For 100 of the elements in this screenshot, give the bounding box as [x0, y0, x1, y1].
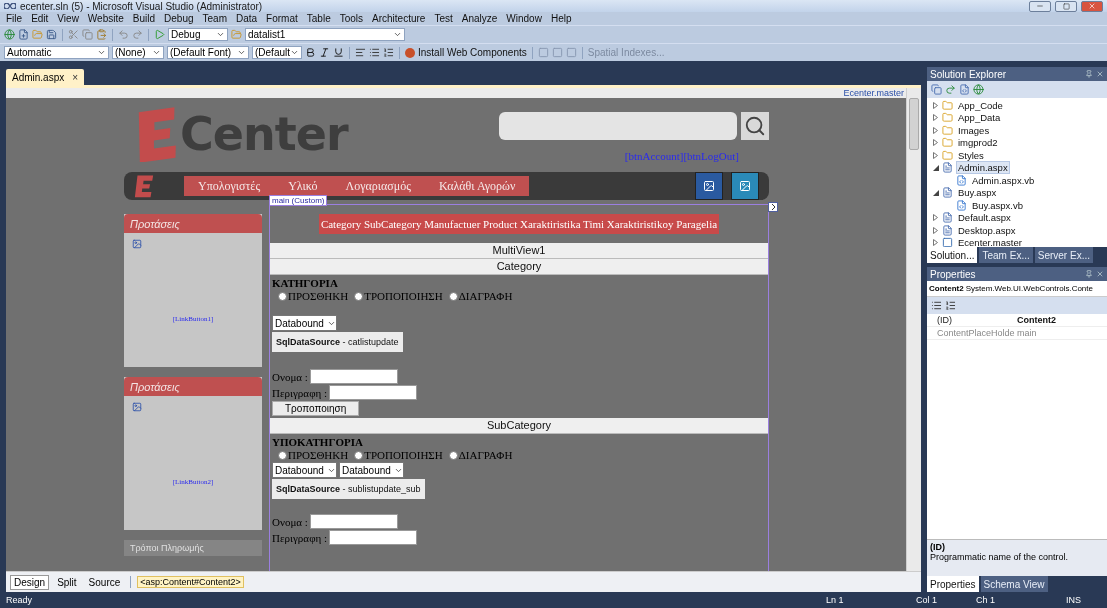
pin-icon[interactable] — [1085, 70, 1093, 78]
radio-option[interactable]: ΤΡΟΠΟΠΟΙΗΣΗ — [354, 290, 443, 302]
globe-icon[interactable] — [973, 84, 984, 95]
expanded-arrow-icon[interactable] — [933, 164, 939, 171]
bullet-list-icon[interactable] — [369, 47, 380, 58]
redo-icon[interactable] — [132, 29, 143, 40]
menu-item[interactable]: Help — [550, 13, 572, 24]
close-icon[interactable] — [1096, 270, 1104, 278]
install-web-components-button[interactable]: Install Web Components — [418, 47, 527, 58]
globe-icon[interactable] — [4, 29, 15, 40]
close-button[interactable] — [1081, 0, 1103, 12]
breadcrumb-tag[interactable]: <asp:Content#Content2> — [137, 576, 244, 588]
menu-item[interactable]: Edit — [31, 13, 49, 24]
view-tab[interactable]: Split — [53, 574, 81, 590]
radio-option[interactable]: ΤΡΟΠΟΠΟΙΗΣΗ — [354, 449, 443, 461]
menu-item[interactable]: Team — [202, 13, 227, 24]
vertical-scrollbar[interactable] — [906, 88, 921, 571]
input-field[interactable] — [309, 369, 398, 384]
properties-icon[interactable] — [931, 84, 942, 95]
align-icon[interactable] — [355, 47, 366, 58]
collapsed-arrow-icon[interactable] — [933, 226, 939, 234]
menu-item[interactable]: Debug — [164, 13, 194, 24]
property-value[interactable]: Content2 — [1017, 315, 1107, 325]
save-icon[interactable] — [46, 29, 57, 40]
menu-item[interactable]: Table — [306, 13, 331, 24]
dropdown[interactable]: Databound — [338, 462, 404, 478]
radio-option[interactable]: ΠΡΟΣΘΗΚΗ — [278, 449, 349, 461]
configuration-dropdown[interactable]: Debug — [168, 28, 228, 41]
search-field[interactable] — [499, 112, 737, 140]
copy-icon[interactable] — [82, 29, 93, 40]
social-button[interactable] — [731, 172, 759, 200]
menu-item[interactable]: Format — [266, 13, 298, 24]
nav-link[interactable]: Καλάθι Αγορών — [438, 178, 516, 194]
undo-icon[interactable] — [118, 29, 129, 40]
collapsed-arrow-icon[interactable] — [933, 139, 939, 147]
document-tab[interactable]: Admin.aspx × — [6, 69, 85, 85]
underline-icon[interactable] — [333, 47, 344, 58]
style-dropdown[interactable]: (None) — [112, 46, 164, 59]
bold-icon[interactable] — [305, 47, 316, 58]
menu-item[interactable]: Data — [236, 13, 258, 24]
tree-item[interactable]: imgprod2 — [956, 136, 1000, 150]
play-icon[interactable] — [154, 29, 165, 40]
radio-button[interactable] — [278, 450, 287, 460]
tree-item[interactable]: Default.aspx — [956, 211, 1013, 225]
font-dropdown[interactable]: (Default Font) — [167, 46, 249, 59]
radio-button[interactable] — [448, 450, 458, 460]
find-dropdown[interactable]: datalist1 — [245, 28, 405, 41]
tree-item[interactable]: Admin.aspx — [956, 161, 1010, 175]
nav-link[interactable]: Υλικό — [288, 178, 318, 194]
radio-button[interactable] — [354, 291, 364, 301]
menu-item[interactable]: Window — [506, 13, 542, 24]
input-field[interactable] — [309, 514, 398, 529]
expand-icon[interactable] — [768, 202, 778, 212]
paste-icon[interactable] — [96, 29, 107, 40]
radio-button[interactable] — [278, 291, 287, 301]
menu-item[interactable]: Architecture — [372, 13, 426, 24]
menu-item[interactable]: Test — [434, 13, 453, 24]
tree-item[interactable]: Buy.aspx.vb — [970, 198, 1026, 212]
menu-item[interactable]: View — [57, 13, 79, 24]
sort-icon[interactable] — [945, 300, 956, 311]
nav-link[interactable]: Λογαριασμός — [345, 178, 411, 194]
tree-item[interactable]: Buy.aspx — [956, 186, 999, 200]
view-tab[interactable]: Source — [84, 574, 125, 590]
view-tab[interactable]: Design — [10, 574, 50, 590]
menu-item[interactable]: Tools — [339, 13, 364, 24]
cut-icon[interactable] — [68, 29, 79, 40]
close-icon[interactable] — [1096, 70, 1104, 78]
radio-option[interactable]: ΠΡΟΣΘΗΚΗ — [278, 290, 349, 302]
panel-tab[interactable]: Server Ex... — [1034, 247, 1093, 263]
refresh-icon[interactable] — [945, 84, 956, 95]
menu-item[interactable]: Build — [132, 13, 156, 24]
categorized-icon[interactable] — [931, 300, 942, 311]
radio-option[interactable]: ΔΙΑΓΡΑΦΗ — [448, 449, 513, 461]
close-tab-button[interactable]: × — [72, 71, 79, 83]
tree-item[interactable]: App_Data — [956, 111, 1003, 125]
collapsed-arrow-icon[interactable] — [933, 101, 939, 109]
tree-item[interactable]: Images — [956, 123, 992, 137]
italic-icon[interactable] — [319, 47, 330, 58]
radio-button[interactable] — [354, 450, 364, 460]
numbered-list-icon[interactable] — [383, 47, 394, 58]
menu-item[interactable]: Website — [87, 13, 124, 24]
block-format-dropdown[interactable]: Automatic — [4, 46, 109, 59]
menu-item[interactable]: File — [6, 13, 23, 24]
radio-button[interactable] — [448, 291, 458, 301]
property-value[interactable]: main — [1017, 328, 1107, 338]
update-button[interactable]: Τροποποιηση — [272, 401, 360, 416]
tree-item[interactable]: App_Code — [956, 98, 1005, 112]
size-dropdown[interactable]: (Default — [252, 46, 302, 59]
tree-item[interactable]: Styles — [956, 148, 986, 162]
input-field[interactable] — [329, 385, 418, 400]
restore-button[interactable] — [1055, 0, 1077, 12]
panel-tab[interactable]: Solution... — [927, 247, 978, 263]
collapsed-arrow-icon[interactable] — [933, 114, 939, 122]
radio-option[interactable]: ΔΙΑΓΡΑΦΗ — [448, 290, 513, 302]
new-file-icon[interactable] — [18, 29, 29, 40]
menu-item[interactable]: Analyze — [461, 13, 498, 24]
dropdown[interactable]: Databound — [272, 315, 337, 331]
nav-link[interactable]: Υπολογιστές — [198, 178, 261, 194]
collapsed-arrow-icon[interactable] — [933, 151, 939, 159]
collapsed-arrow-icon[interactable] — [933, 214, 939, 222]
